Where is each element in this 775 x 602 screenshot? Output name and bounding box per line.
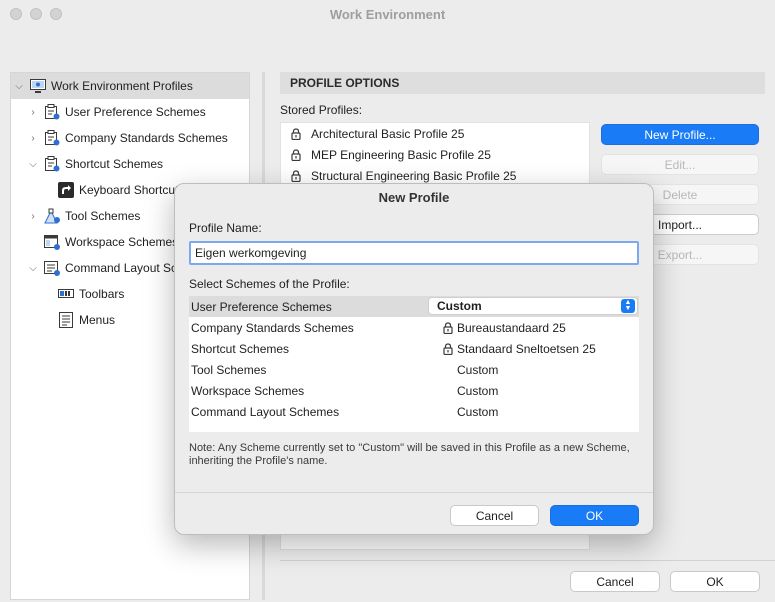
scheme-value: Bureaustandaard 25 [457, 320, 566, 335]
tree-item-label: Company Standards Schemes [65, 131, 228, 145]
chevron-right-icon[interactable]: › [27, 210, 39, 222]
profile-label: MEP Engineering Basic Profile 25 [311, 147, 491, 162]
scheme-name: Tool Schemes [191, 362, 267, 377]
scheme-select-value: Custom [437, 299, 482, 313]
dialog-ok-button[interactable]: OK [550, 505, 639, 526]
lock-icon [443, 342, 453, 355]
tree-item-label: User Preference Schemes [65, 105, 206, 119]
workspace-scheme-icon [44, 235, 60, 250]
scheme-value: Custom [457, 362, 499, 377]
profile-row[interactable]: MEP Engineering Basic Profile 25 [281, 144, 589, 165]
chevron-down-icon[interactable]: ⌵ [27, 158, 39, 170]
new-profile-dialog: New Profile Profile Name: Select Schemes… [174, 183, 654, 535]
scheme-icon [45, 104, 60, 120]
zoom-window-button[interactable] [50, 8, 62, 20]
stored-profiles-label: Stored Profiles: [280, 103, 363, 117]
edit-profile-button[interactable]: Edit... [601, 154, 759, 175]
tree-item-label: Keyboard Shortcuts [79, 183, 185, 197]
scheme-value: Custom [457, 404, 499, 419]
custom-scheme-note: Note: Any Scheme currently set to "Custo… [189, 442, 630, 467]
tool-scheme-icon [44, 208, 60, 224]
tree-item-company-standards-schemes[interactable]: › Company Standards Schemes [11, 125, 249, 151]
chevron-down-icon[interactable]: ⌵ [13, 80, 25, 92]
chevron-down-icon[interactable]: ⌵ [27, 262, 39, 274]
profile-label: Architectural Basic Profile 25 [311, 126, 465, 141]
monitor-icon [30, 79, 46, 93]
title-bar: Work Environment [0, 0, 775, 28]
up-down-chevron-icon: ▲ ▼ [621, 299, 635, 313]
scheme-row-company-standards[interactable]: Company Standards Schemes Bureaustandaar… [189, 317, 639, 338]
dialog-divider [175, 492, 653, 493]
scheme-row-shortcut[interactable]: Shortcut Schemes Standaard Sneltoetsen 2… [189, 338, 639, 359]
scheme-name: User Preference Schemes [191, 299, 332, 314]
tree-item-work-environment-profiles[interactable]: ⌵ Work Environment Profiles [11, 73, 249, 99]
tree-item-label: Toolbars [79, 287, 125, 301]
scheme-row-command-layout[interactable]: Command Layout Schemes Custom [189, 401, 639, 422]
scheme-name: Workspace Schemes [191, 383, 305, 398]
profile-row[interactable]: Architectural Basic Profile 25 [281, 123, 589, 144]
scheme-value: Custom [457, 383, 499, 398]
profile-name-input[interactable] [189, 241, 639, 265]
scheme-name: Company Standards Schemes [191, 320, 354, 335]
menu-icon [59, 312, 73, 328]
tree-item-shortcut-schemes[interactable]: ⌵ Shortcut Schemes [11, 151, 249, 177]
scheme-row-user-preference[interactable]: User Preference Schemes Custom ▲ ▼ [189, 296, 639, 317]
dialog-cancel-button[interactable]: Cancel [450, 505, 539, 526]
footer-divider [280, 560, 775, 561]
tree-item-label: Shortcut Schemes [65, 157, 164, 171]
chevron-right-icon[interactable]: › [27, 132, 39, 144]
profile-name-label: Profile Name: [189, 221, 262, 235]
close-window-button[interactable] [10, 8, 22, 20]
scheme-name: Command Layout Schemes [191, 404, 340, 419]
chevron-right-icon[interactable]: › [27, 106, 39, 118]
keyboard-shortcut-icon [58, 182, 74, 198]
window-title: Work Environment [329, 6, 446, 22]
scheme-row-workspace[interactable]: Workspace Schemes Custom [189, 380, 639, 401]
scheme-icon [45, 156, 60, 172]
new-profile-button[interactable]: New Profile... [601, 124, 759, 145]
profile-options-header: PROFILE OPTIONS [280, 72, 765, 94]
toolbar-icon [58, 289, 74, 298]
tree-item-label: Workspace Schemes [65, 235, 179, 249]
tree-item-user-preference-schemes[interactable]: › User Preference Schemes [11, 99, 249, 125]
dialog-title: New Profile [378, 189, 450, 205]
lock-icon [291, 169, 301, 182]
work-environment-window: Work Environment ⌵ Work Environment Prof… [0, 0, 775, 602]
minimize-window-button[interactable] [30, 8, 42, 20]
scheme-row-tool[interactable]: Tool Schemes Custom [189, 359, 639, 380]
scheme-name: Shortcut Schemes [191, 341, 290, 356]
ok-button[interactable]: OK [670, 571, 760, 592]
lock-icon [291, 127, 301, 140]
schemes-table: User Preference Schemes Custom ▲ ▼ Compan… [189, 296, 639, 432]
tree-item-label: Work Environment Profiles [51, 79, 193, 93]
scheme-value: Standaard Sneltoetsen 25 [457, 341, 596, 356]
lock-icon [291, 148, 301, 161]
scheme-select[interactable]: Custom ▲ ▼ [428, 297, 638, 315]
profile-label: Structural Engineering Basic Profile 25 [311, 168, 517, 183]
tree-item-label: Tool Schemes [65, 209, 141, 223]
scheme-icon [45, 130, 60, 146]
lock-icon [443, 321, 453, 334]
tree-item-label: Menus [79, 313, 116, 327]
command-layout-icon [44, 261, 60, 276]
cancel-button[interactable]: Cancel [570, 571, 660, 592]
select-schemes-label: Select Schemes of the Profile: [189, 277, 350, 291]
